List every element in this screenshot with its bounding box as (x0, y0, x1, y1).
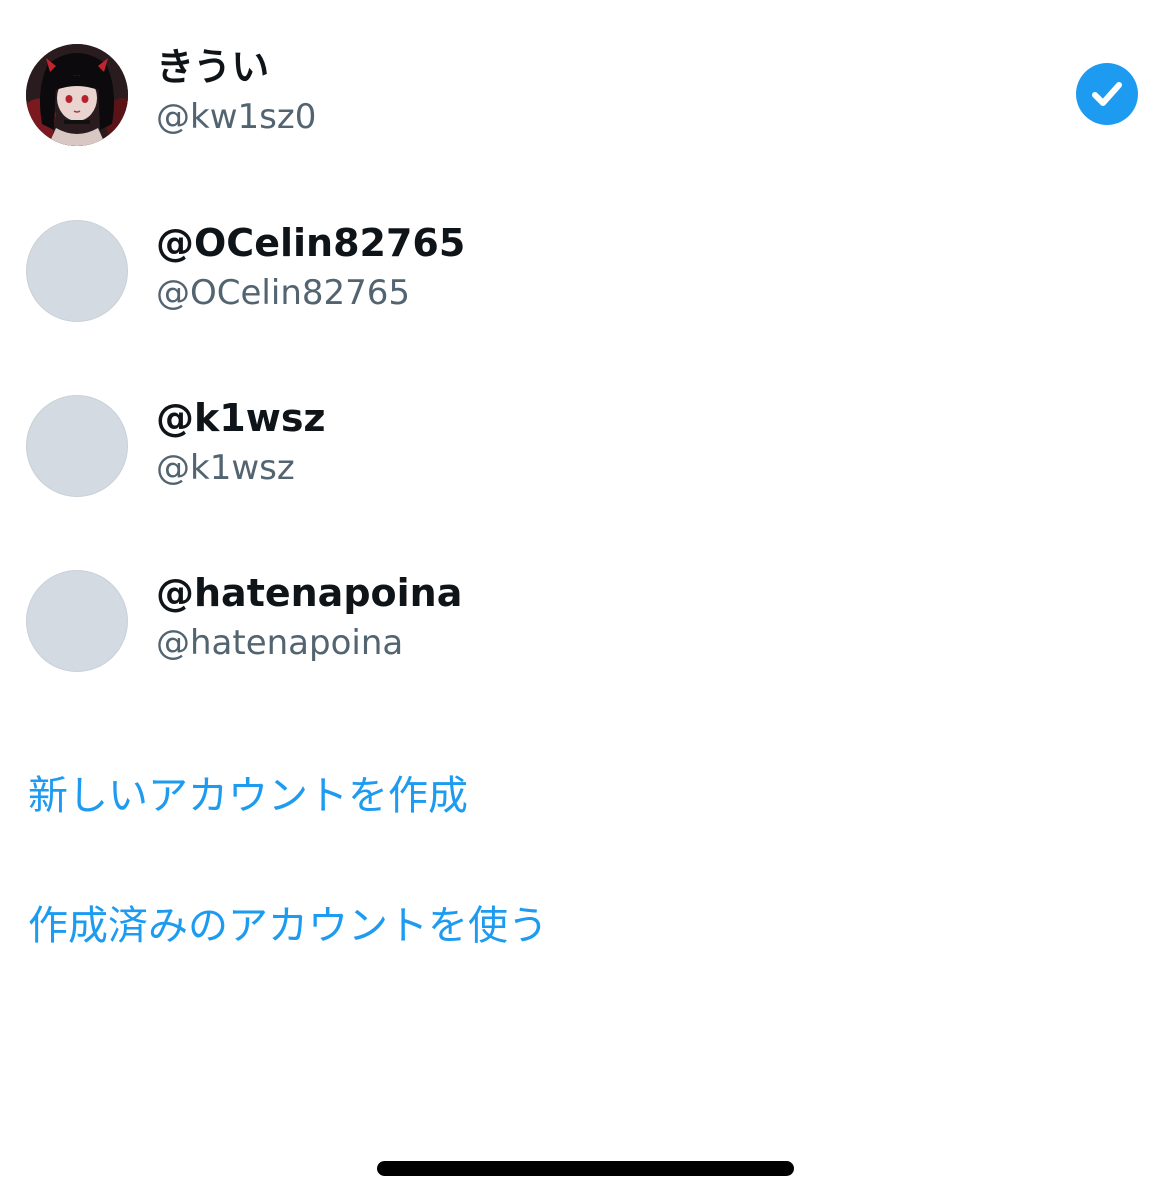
avatar (26, 570, 128, 672)
account-row-ocelin82765[interactable]: @OCelin82765 @OCelin82765 (0, 196, 1170, 346)
account-row-k1wsz[interactable]: @k1wsz @k1wsz (0, 371, 1170, 521)
account-row-hatenapoina[interactable]: @hatenapoina @hatenapoina (0, 546, 1170, 696)
handle: @hatenapoina (156, 623, 404, 663)
display-name: @hatenapoina (156, 571, 463, 615)
handle: @kw1sz0 (156, 97, 317, 137)
avatar (26, 395, 128, 497)
checkmark-circle-icon (1076, 63, 1138, 125)
home-indicator (377, 1161, 794, 1176)
handle: @OCelin82765 (156, 273, 411, 313)
account-row-kw1sz0[interactable]: きうい @kw1sz0 (0, 20, 1170, 170)
display-name: @k1wsz (156, 396, 326, 440)
display-name: きうい (156, 45, 270, 89)
avatar (26, 44, 128, 146)
use-existing-account-link[interactable]: 作成済みのアカウントを使う (28, 898, 548, 954)
avatar (26, 220, 128, 322)
handle: @k1wsz (156, 448, 295, 488)
display-name: @OCelin82765 (156, 221, 466, 265)
create-new-account-link[interactable]: 新しいアカウントを作成 (28, 768, 468, 824)
avatar-image (26, 44, 128, 146)
